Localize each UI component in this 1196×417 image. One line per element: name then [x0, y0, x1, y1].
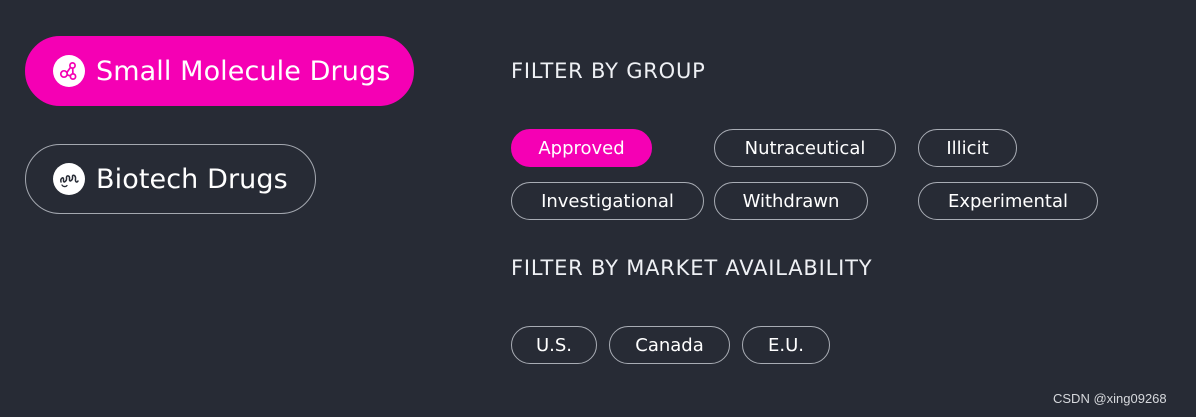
small-molecule-drugs-button[interactable]: Small Molecule Drugs	[25, 36, 414, 106]
biotech-drugs-button[interactable]: Biotech Drugs	[25, 144, 316, 214]
filter-approved-button[interactable]: Approved	[511, 129, 652, 167]
small-molecule-drugs-label: Small Molecule Drugs	[96, 55, 391, 87]
filter-illicit-button[interactable]: Illicit	[918, 129, 1017, 167]
filter-withdrawn-button[interactable]: Withdrawn	[714, 182, 868, 220]
filter-investigational-button[interactable]: Investigational	[511, 182, 704, 220]
molecule-icon	[53, 55, 85, 87]
biotech-drugs-label: Biotech Drugs	[96, 163, 288, 195]
filter-us-button[interactable]: U.S.	[511, 326, 597, 364]
filter-nutraceutical-button[interactable]: Nutraceutical	[714, 129, 896, 167]
filter-canada-button[interactable]: Canada	[609, 326, 730, 364]
filter-by-market-title: FILTER BY MARKET AVAILABILITY	[511, 256, 873, 280]
watermark: CSDN @xing09268	[1053, 391, 1167, 406]
filter-experimental-button[interactable]: Experimental	[918, 182, 1098, 220]
protein-icon	[53, 163, 85, 195]
filter-by-group-title: FILTER BY GROUP	[511, 59, 706, 83]
filter-eu-button[interactable]: E.U.	[742, 326, 830, 364]
